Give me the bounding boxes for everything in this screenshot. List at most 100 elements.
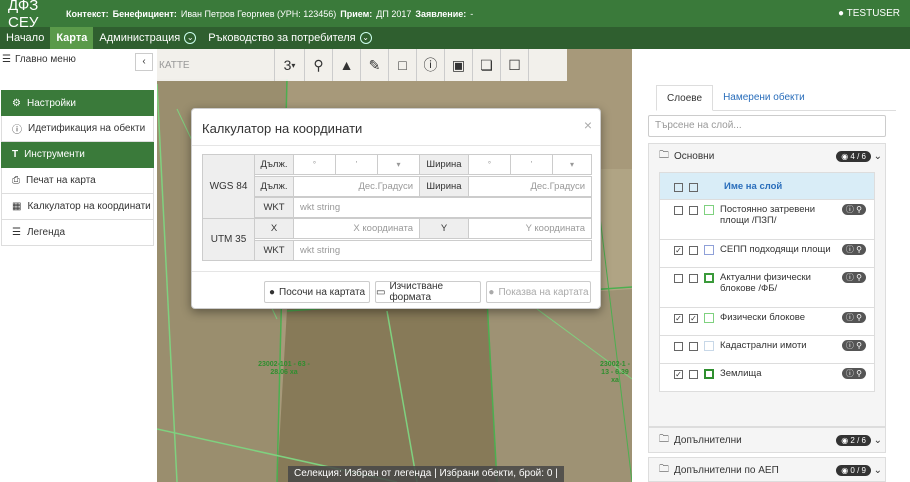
button-label: Изчистване формата <box>389 281 444 303</box>
nav-home[interactable]: Начало <box>0 27 50 49</box>
selector-value: 3 <box>283 57 292 73</box>
marker-button[interactable]: ☐ <box>501 49 529 81</box>
layer-select-checkbox[interactable] <box>689 274 698 283</box>
lon-minutes-select[interactable]: ' <box>335 154 378 175</box>
nav-map-label: Карта <box>56 32 88 44</box>
layer-select-checkbox[interactable] <box>689 246 698 255</box>
menu-item-print[interactable]: ⎙ Печат на карта <box>1 168 154 194</box>
tab-layers[interactable]: Слоеве <box>656 85 714 111</box>
lat-decimal-input[interactable]: Дес.Градуси <box>468 176 592 197</box>
lon-degrees-select[interactable]: ° <box>293 154 336 175</box>
utm-wkt-input[interactable]: wkt string <box>293 240 592 261</box>
parcel-label: 23002-1 - 13 - 6.39 xa <box>600 361 630 384</box>
menu-item-calculator[interactable]: ▦ Калкулатор на координати <box>1 194 154 220</box>
nav-administration[interactable]: Администрация ⌄ <box>93 27 202 49</box>
menu-item-identification[interactable]: ⓘ Идетификация на обекти <box>1 116 154 142</box>
divider <box>192 145 600 146</box>
layer-select-checkbox[interactable]: ✓ <box>689 314 698 323</box>
select-button[interactable]: ▣ <box>445 49 473 81</box>
menu-item-label: Легенда <box>26 227 66 238</box>
identify-button[interactable]: ⓘ <box>417 49 445 81</box>
group-main-header[interactable]: 🗀 Основни ◉ 4 / 6 ⌄ <box>649 144 885 168</box>
layer-info-button[interactable]: ⓘ ⚲ <box>841 204 866 215</box>
layer-info-button[interactable]: ⓘ ⚲ <box>841 244 866 255</box>
menu-item-settings[interactable]: ⚙ Настройки <box>1 90 154 116</box>
badge-count: 4 / 6 <box>850 151 866 161</box>
measure-area-button[interactable]: □ <box>389 49 417 81</box>
layer-visible-checkbox[interactable]: ✓ <box>674 246 683 255</box>
lat-seconds-select[interactable]: ▾ <box>552 154 592 175</box>
menu-item-legend[interactable]: ☰ Легенда <box>1 220 154 246</box>
user-menu[interactable]: ● TESTUSER <box>838 8 900 19</box>
layer-swatch <box>704 273 714 283</box>
layer-info-button[interactable]: ⓘ ⚲ <box>841 368 866 379</box>
eye-icon: ◉ <box>841 435 849 445</box>
utm35-label: UTM 35 <box>202 218 255 261</box>
point-on-map-button[interactable]: ● Посочи на картата <box>264 281 370 303</box>
menu-item-tools[interactable]: T Инструменти <box>1 142 154 168</box>
group-additional-header[interactable]: 🗀 Допълнителни ◉ 2 / 6 ⌄ <box>649 428 885 452</box>
lat-minutes-select[interactable]: ' <box>510 154 553 175</box>
select-all-checkbox[interactable] <box>689 182 698 192</box>
layer-visible-checkbox[interactable] <box>674 206 683 215</box>
layer-info-button[interactable]: ⓘ ⚲ <box>841 272 866 283</box>
nav-map[interactable]: Карта <box>50 27 94 49</box>
folder-icon: 🗀 <box>659 149 669 161</box>
group-additional[interactable]: 🗀 Допълнителни ◉ 2 / 6 ⌄ <box>648 427 886 453</box>
measure-button[interactable]: ✎ <box>361 49 389 81</box>
katte-search-input[interactable]: КАТТЕ <box>157 49 275 81</box>
layer-select-checkbox[interactable] <box>689 206 698 215</box>
layer-row: Кадастрални имоти ⓘ ⚲ <box>660 335 874 363</box>
group-aep-header[interactable]: 🗀 Допълнителни по АЕП ◉ 0 / 9 ⌄ <box>649 458 885 482</box>
layer-select-dropdown[interactable]: 3 ▾ <box>275 49 305 81</box>
collapse-left-button[interactable]: ‹ <box>135 53 153 71</box>
top-bar: ДФЗ СЕУ Контекст: Бенефициент: Иван Петр… <box>0 0 910 31</box>
intake-label: Прием: <box>340 8 373 19</box>
search-button[interactable]: ⚲ <box>305 49 333 81</box>
menu-item-label: Калкулатор на координати <box>27 201 151 212</box>
application-label: Заявление: <box>415 8 467 19</box>
layer-search-input[interactable]: Търсене на слой... <box>648 115 886 137</box>
parcel-label: 23002-101 - 63 - 28.06 xa <box>258 361 310 376</box>
chevron-down-icon: ⌄ <box>873 434 882 446</box>
utm-wkt-label: WKT <box>254 240 294 261</box>
group-aep[interactable]: 🗀 Допълнителни по АЕП ◉ 0 / 9 ⌄ <box>648 457 886 482</box>
lon-decimal-input[interactable]: Дес.Градуси <box>293 176 420 197</box>
layer-visible-checkbox[interactable]: ✓ <box>674 370 683 379</box>
x-coordinate-input[interactable]: X координата <box>293 218 420 239</box>
calculator-icon: ▦ <box>12 201 22 212</box>
hamburger-icon: ☰ <box>2 53 11 65</box>
group-main: 🗀 Основни ◉ 4 / 6 ⌄ Име на слой Постоянн… <box>648 143 886 427</box>
print-icon: ⎙ <box>12 175 20 186</box>
y-coordinate-input[interactable]: Y координата <box>468 218 592 239</box>
tab-found-objects[interactable]: Намерени обекти <box>713 85 815 111</box>
divider <box>192 271 600 272</box>
user-icon: ● <box>838 8 845 19</box>
layer-row: ✓ Землища ⓘ ⚲ <box>660 363 874 391</box>
layer-select-checkbox[interactable] <box>689 342 698 351</box>
lat-degrees-select[interactable]: ° <box>468 154 511 175</box>
layer-name: СЕПП подходящи площи <box>720 244 831 255</box>
layer-info-button[interactable]: ⓘ ⚲ <box>841 340 866 351</box>
lon-seconds-select[interactable]: ▾ <box>377 154 420 175</box>
map-icon: ▲ <box>339 57 354 73</box>
selection-status-bar: Селекция: Избран от легенда | Избрани об… <box>288 466 564 482</box>
layer-visible-checkbox[interactable] <box>674 274 683 283</box>
wgs-wkt-input[interactable]: wkt string <box>293 197 592 218</box>
wkt-label: WKT <box>254 197 294 218</box>
wgs84-label: WGS 84 <box>202 154 255 219</box>
nav-user-guide[interactable]: Ръководство за потребителя ⌄ <box>202 27 377 49</box>
ruler-icon: ✎ <box>368 56 381 73</box>
layer-select-checkbox[interactable] <box>689 370 698 379</box>
close-icon[interactable]: × <box>584 117 592 133</box>
bulgaria-map-button[interactable]: ▲ <box>333 49 361 81</box>
application-value: - <box>470 8 474 19</box>
layer-visible-checkbox[interactable] <box>674 342 683 351</box>
layer-info-button[interactable]: ⓘ ⚲ <box>841 312 866 323</box>
nav-user-guide-label: Ръководство за потребителя <box>208 32 356 44</box>
select-all-checkbox[interactable] <box>674 182 683 192</box>
layer-visible-checkbox[interactable]: ✓ <box>674 314 683 323</box>
show-on-map-button[interactable]: ● Показва на картата <box>486 281 591 303</box>
layers-button[interactable]: ❏ <box>473 49 501 81</box>
clear-form-button[interactable]: ▭ Изчистване формата <box>375 281 481 303</box>
